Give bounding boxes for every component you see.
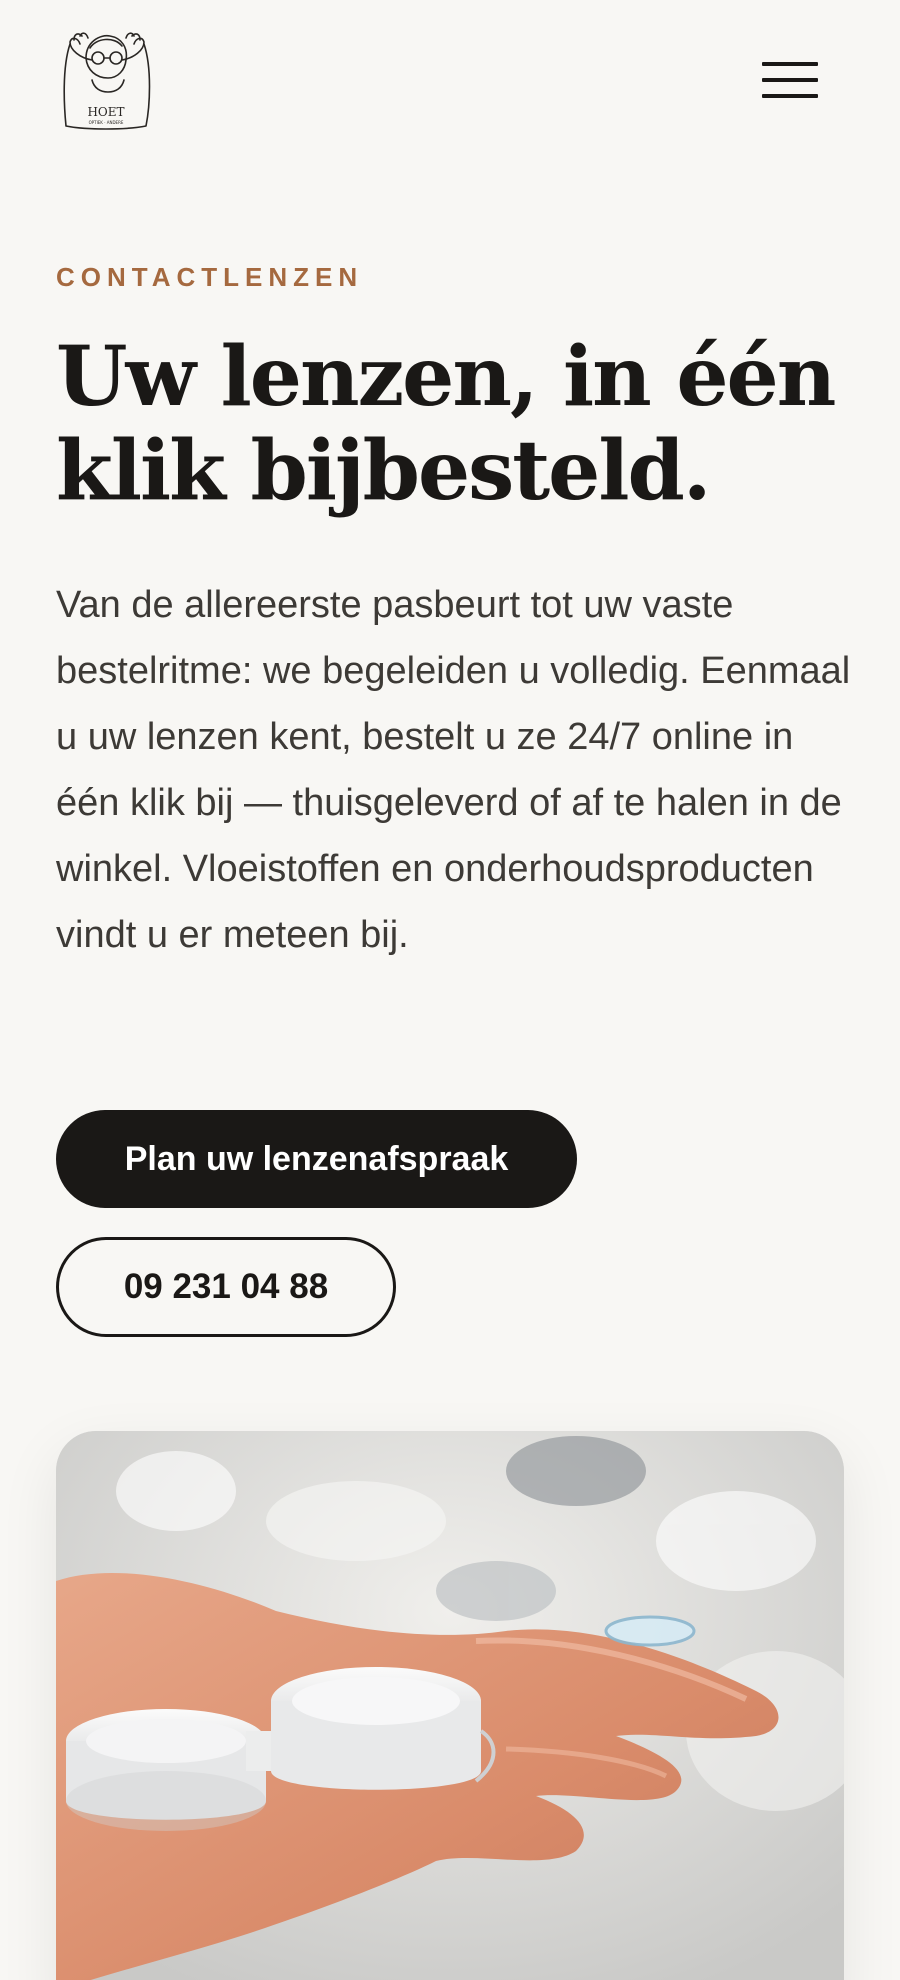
contact-lens-photo xyxy=(56,1431,844,1980)
hamburger-menu-icon[interactable] xyxy=(762,58,824,102)
brand-logo[interactable]: HOET OPTIEK · ANDERE xyxy=(56,28,156,136)
page-title: Uw lenzen, in één klik bijbesteld. xyxy=(56,329,836,519)
book-appointment-button[interactable]: Plan uw lenzenafspraak xyxy=(56,1110,577,1208)
svg-text:HOET: HOET xyxy=(87,105,124,119)
menu-bar-bottom xyxy=(762,94,818,98)
hoet-logo-icon: HOET OPTIEK · ANDERE xyxy=(63,32,151,130)
phone-button[interactable]: 09 231 04 88 xyxy=(56,1237,396,1337)
menu-bar-middle xyxy=(762,78,818,82)
svg-text:OPTIEK · ANDERE: OPTIEK · ANDERE xyxy=(89,120,124,125)
intro-paragraph: Van de allereerste pasbeurt tot uw vaste… xyxy=(56,584,851,956)
section-eyebrow: CONTACTLENZEN xyxy=(56,262,364,292)
menu-bar-top xyxy=(762,62,818,66)
contact-lens-case-photo xyxy=(56,1431,844,1980)
